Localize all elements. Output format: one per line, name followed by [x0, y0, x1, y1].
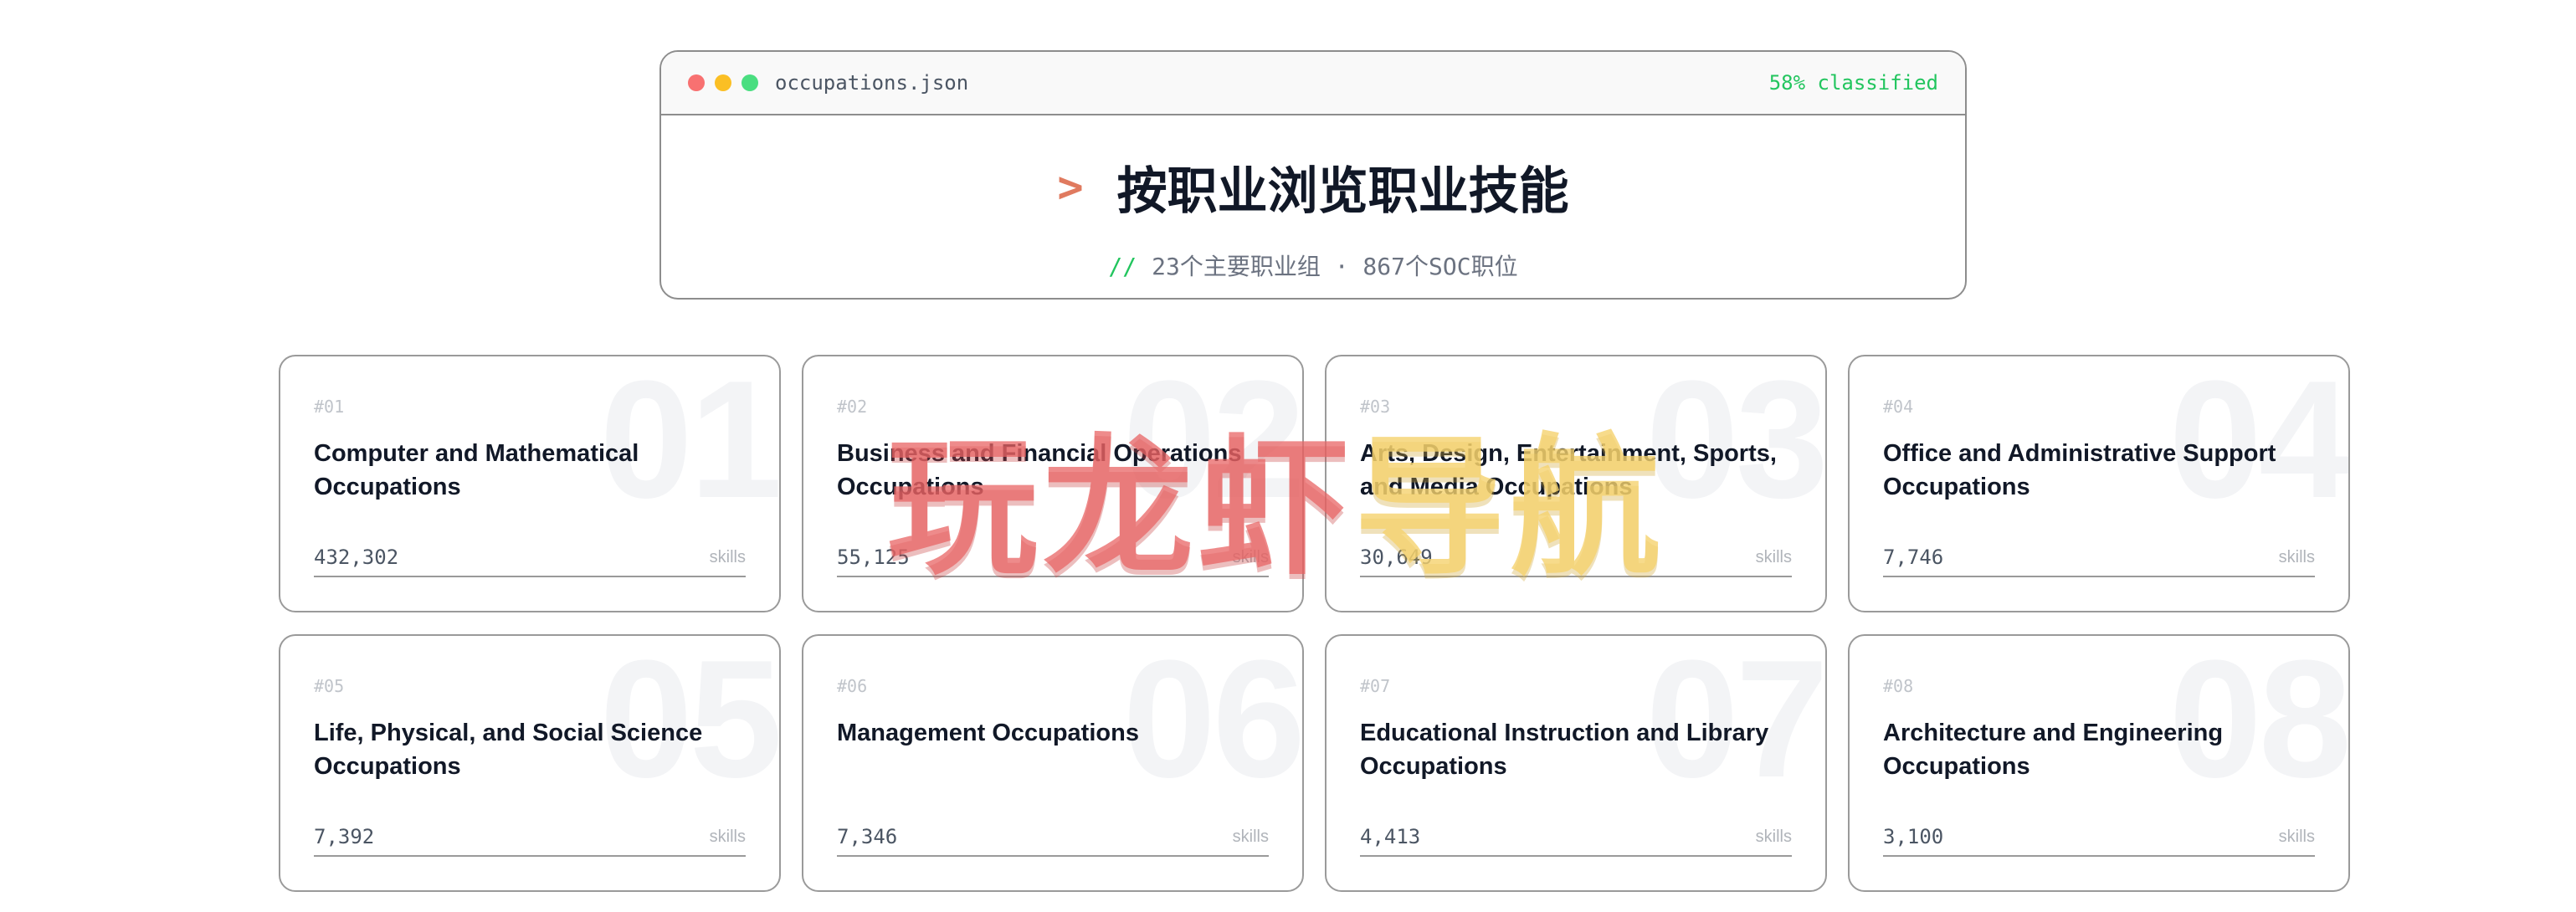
- skill-unit: skills: [709, 827, 746, 846]
- skill-count: 55,125: [837, 546, 910, 569]
- card-title: Management Occupations: [837, 720, 1139, 746]
- occupation-grid: 01 #01 Computer and Mathematical Occupat…: [279, 355, 2350, 892]
- classified-status: 58% classified: [1768, 71, 1938, 95]
- card-footer: 7,746 skills: [1883, 539, 2315, 577]
- card-number: #03: [1360, 397, 1391, 417]
- header-window: occupations.json 58% classified > 按职业浏览职…: [659, 50, 1967, 300]
- occupation-card[interactable]: 07 #07 Educational Instruction and Libra…: [1325, 634, 1827, 892]
- window-titlebar: occupations.json 58% classified: [661, 52, 1965, 115]
- card-number: #04: [1883, 397, 1914, 417]
- card-title: Architecture and Engineering Occupations: [1883, 720, 2224, 780]
- occupation-card[interactable]: 08 #08 Architecture and Engineering Occu…: [1848, 634, 2350, 892]
- window-filename: occupations.json: [775, 71, 969, 95]
- card-title: Business and Financial Operations Occupa…: [837, 440, 1242, 500]
- close-dot-icon: [688, 74, 705, 91]
- minimize-dot-icon: [715, 74, 731, 91]
- skill-count: 4,413: [1360, 825, 1421, 848]
- page-title: > 按职业浏览职业技能: [661, 151, 1965, 223]
- card-number: #01: [314, 397, 345, 417]
- skill-unit: skills: [2278, 827, 2315, 846]
- skill-unit: skills: [709, 547, 746, 566]
- occupation-card[interactable]: 06 #06 Management Occupations 7,346 skil…: [802, 634, 1304, 892]
- maximize-dot-icon: [741, 74, 758, 91]
- card-footer: 30,649 skills: [1360, 539, 1792, 577]
- occupation-card[interactable]: 02 #02 Business and Financial Operations…: [802, 355, 1304, 612]
- card-number: #05: [314, 676, 345, 696]
- skill-count: 7,746: [1883, 546, 1944, 569]
- prompt-chevron-icon: >: [1057, 161, 1084, 213]
- skill-count: 7,392: [314, 825, 375, 848]
- card-footer: 7,346 skills: [837, 818, 1269, 857]
- card-footer: 55,125 skills: [837, 539, 1269, 577]
- card-title: Office and Administrative Support Occupa…: [1883, 440, 2276, 500]
- skill-unit: skills: [1755, 827, 1792, 846]
- skill-unit: skills: [1232, 547, 1269, 566]
- occupation-card[interactable]: 01 #01 Computer and Mathematical Occupat…: [279, 355, 781, 612]
- page-subtitle-text: 23个主要职业组 · 867个SOC职位: [1152, 253, 1518, 280]
- card-title: Educational Instruction and Library Occu…: [1360, 720, 1769, 780]
- card-number: #06: [837, 676, 868, 696]
- card-title: Life, Physical, and Social Science Occup…: [314, 720, 703, 780]
- card-number: #08: [1883, 676, 1914, 696]
- window-body: > 按职业浏览职业技能 // 23个主要职业组 · 867个SOC职位: [661, 151, 1965, 282]
- skill-unit: skills: [1755, 547, 1792, 566]
- comment-slashes: //: [1108, 253, 1137, 280]
- card-title: Computer and Mathematical Occupations: [314, 440, 639, 500]
- skill-unit: skills: [1232, 827, 1269, 846]
- card-title: Arts, Design, Entertainment, Sports, and…: [1360, 440, 1777, 500]
- card-footer: 432,302 skills: [314, 539, 746, 577]
- skill-unit: skills: [2278, 547, 2315, 566]
- page-title-text: 按职业浏览职业技能: [1116, 163, 1569, 219]
- skill-count: 432,302: [314, 546, 399, 569]
- occupation-card[interactable]: 04 #04 Office and Administrative Support…: [1848, 355, 2350, 612]
- card-number: #07: [1360, 676, 1391, 696]
- skill-count: 7,346: [837, 825, 898, 848]
- skill-count: 30,649: [1360, 546, 1433, 569]
- card-footer: 3,100 skills: [1883, 818, 2315, 857]
- occupation-card[interactable]: 05 #05 Life, Physical, and Social Scienc…: [279, 634, 781, 892]
- card-footer: 7,392 skills: [314, 818, 746, 857]
- page-subtitle: // 23个主要职业组 · 867个SOC职位: [661, 248, 1965, 282]
- card-footer: 4,413 skills: [1360, 818, 1792, 857]
- card-number: #02: [837, 397, 868, 417]
- occupation-card[interactable]: 03 #03 Arts, Design, Entertainment, Spor…: [1325, 355, 1827, 612]
- skill-count: 3,100: [1883, 825, 1944, 848]
